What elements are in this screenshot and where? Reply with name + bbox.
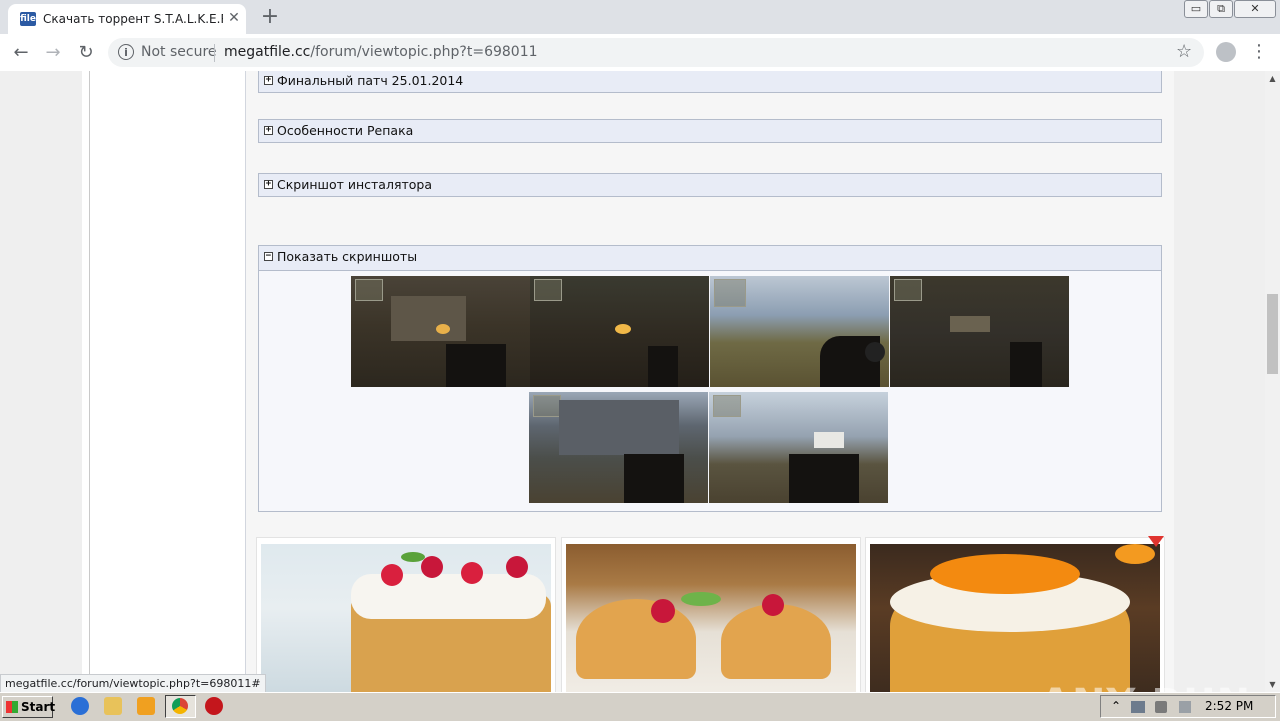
profile-avatar-icon[interactable] <box>1216 42 1236 62</box>
game-screenshot-thumbnail[interactable] <box>529 392 708 503</box>
screenshots-spoiler-header[interactable]: − Показать скриншоты <box>259 246 1161 271</box>
chrome-icon <box>172 698 188 714</box>
left-column-divider <box>89 71 90 692</box>
url-text[interactable]: megatfile.cc/forum/viewtopic.php?t=69801… <box>224 44 538 60</box>
spoiler-label: Финальный патч 25.01.2014 <box>277 73 464 88</box>
scroll-thumb[interactable] <box>1267 294 1278 374</box>
start-label: Start <box>21 700 56 714</box>
scroll-down-icon[interactable]: ▼ <box>1265 677 1280 692</box>
site-favicon-icon: file <box>20 12 36 26</box>
tray-expand-icon[interactable]: ⌃ <box>1111 699 1121 713</box>
media-player-icon[interactable] <box>137 697 155 715</box>
browser-toolbar: ← → ↻ i Not secure megatfile.cc/forum/vi… <box>0 34 1280 72</box>
security-label: Not secure <box>141 44 217 60</box>
spoiler-final-patch[interactable]: + Финальный патч 25.01.2014 <box>258 71 1162 93</box>
action-center-flag-icon[interactable] <box>1179 701 1191 713</box>
url-divider <box>214 44 215 62</box>
info-icon[interactable]: i <box>118 44 134 60</box>
expand-plus-icon: + <box>264 75 273 85</box>
system-tray: ⌃ 2:52 PM <box>1100 695 1276 718</box>
start-button[interactable]: Start <box>2 696 56 718</box>
network-icon[interactable] <box>1131 701 1145 713</box>
spoiler-repack-features[interactable]: + Особенности Репака <box>258 119 1162 143</box>
watermark-logo: ANY RUN <box>1040 681 1251 692</box>
close-window-button[interactable]: ✕ <box>1234 0 1276 18</box>
tab-strip: file Скачать торрент S.T.A.L.K.E.R.: S ✕… <box>0 0 1280 34</box>
expand-plus-icon: + <box>264 125 273 135</box>
ad-image-raspberry-loaf <box>261 544 551 692</box>
minimize-button[interactable]: ▭ <box>1184 0 1208 18</box>
taskbar-chrome-button[interactable] <box>165 695 196 718</box>
game-screenshot-thumbnail[interactable] <box>710 276 889 387</box>
ad-card-raspberry-cake[interactable] <box>256 537 556 692</box>
reload-button[interactable]: ↻ <box>73 40 99 66</box>
opera-icon[interactable] <box>205 697 223 715</box>
browser-tab[interactable]: file Скачать торрент S.T.A.L.K.E.R.: S ✕ <box>8 4 246 34</box>
ad-image-raspberry-cupcakes <box>566 544 856 692</box>
url-path: /forum/viewtopic.php?t=698011 <box>310 44 538 60</box>
spoiler-installer-screenshot[interactable]: + Скриншот инсталятора <box>258 173 1162 197</box>
ad-choices-icon[interactable] <box>1148 536 1164 547</box>
scroll-up-icon[interactable]: ▲ <box>1265 71 1280 86</box>
screenshots-spoiler: − Показать скриншоты <box>258 245 1162 512</box>
spoiler-label: Показать скриншоты <box>277 249 418 264</box>
expand-plus-icon: + <box>264 179 273 189</box>
taskbar-clock[interactable]: 2:52 PM <box>1205 699 1253 713</box>
spoiler-label: Особенности Репака <box>277 123 414 138</box>
new-tab-button[interactable]: + <box>258 5 282 29</box>
game-screenshot-thumbnail[interactable] <box>709 392 888 503</box>
tab-title: Скачать торрент S.T.A.L.K.E.R.: S <box>43 12 223 26</box>
ad-image-orange-glazed-cake <box>870 544 1160 692</box>
back-button[interactable]: ← <box>8 40 34 66</box>
restore-button[interactable]: ⧉ <box>1209 0 1233 18</box>
page-viewport: + Финальный патч 25.01.2014 + Особенност… <box>0 71 1265 692</box>
volume-icon[interactable] <box>1155 701 1167 713</box>
link-status-bubble: megatfile.cc/forum/viewtopic.php?t=69801… <box>0 674 266 694</box>
windows-logo-icon <box>6 701 18 713</box>
forward-button[interactable]: → <box>40 40 66 66</box>
url-host: megatfile.cc <box>224 44 311 60</box>
internet-explorer-icon[interactable] <box>71 697 89 715</box>
ad-card-cupcakes[interactable] <box>561 537 861 692</box>
spoiler-label: Скриншот инсталятора <box>277 177 432 192</box>
folder-icon[interactable] <box>104 697 122 715</box>
tab-close-icon[interactable]: ✕ <box>226 10 242 26</box>
bookmark-star-icon[interactable]: ☆ <box>1176 41 1192 62</box>
collapse-minus-icon: − <box>264 251 273 261</box>
page-scrollbar[interactable]: ▲ ▼ <box>1265 71 1280 692</box>
game-screenshot-thumbnail[interactable] <box>890 276 1069 387</box>
browser-menu-icon[interactable]: ⋮ <box>1250 40 1268 64</box>
ad-card-orange-cake[interactable] <box>865 537 1165 692</box>
game-screenshot-thumbnail[interactable] <box>351 276 530 387</box>
game-screenshot-thumbnail[interactable] <box>530 276 709 387</box>
address-bar[interactable]: i Not secure megatfile.cc/forum/viewtopi… <box>108 38 1204 67</box>
windows-taskbar: Start ⌃ 2:52 PM <box>0 692 1280 721</box>
